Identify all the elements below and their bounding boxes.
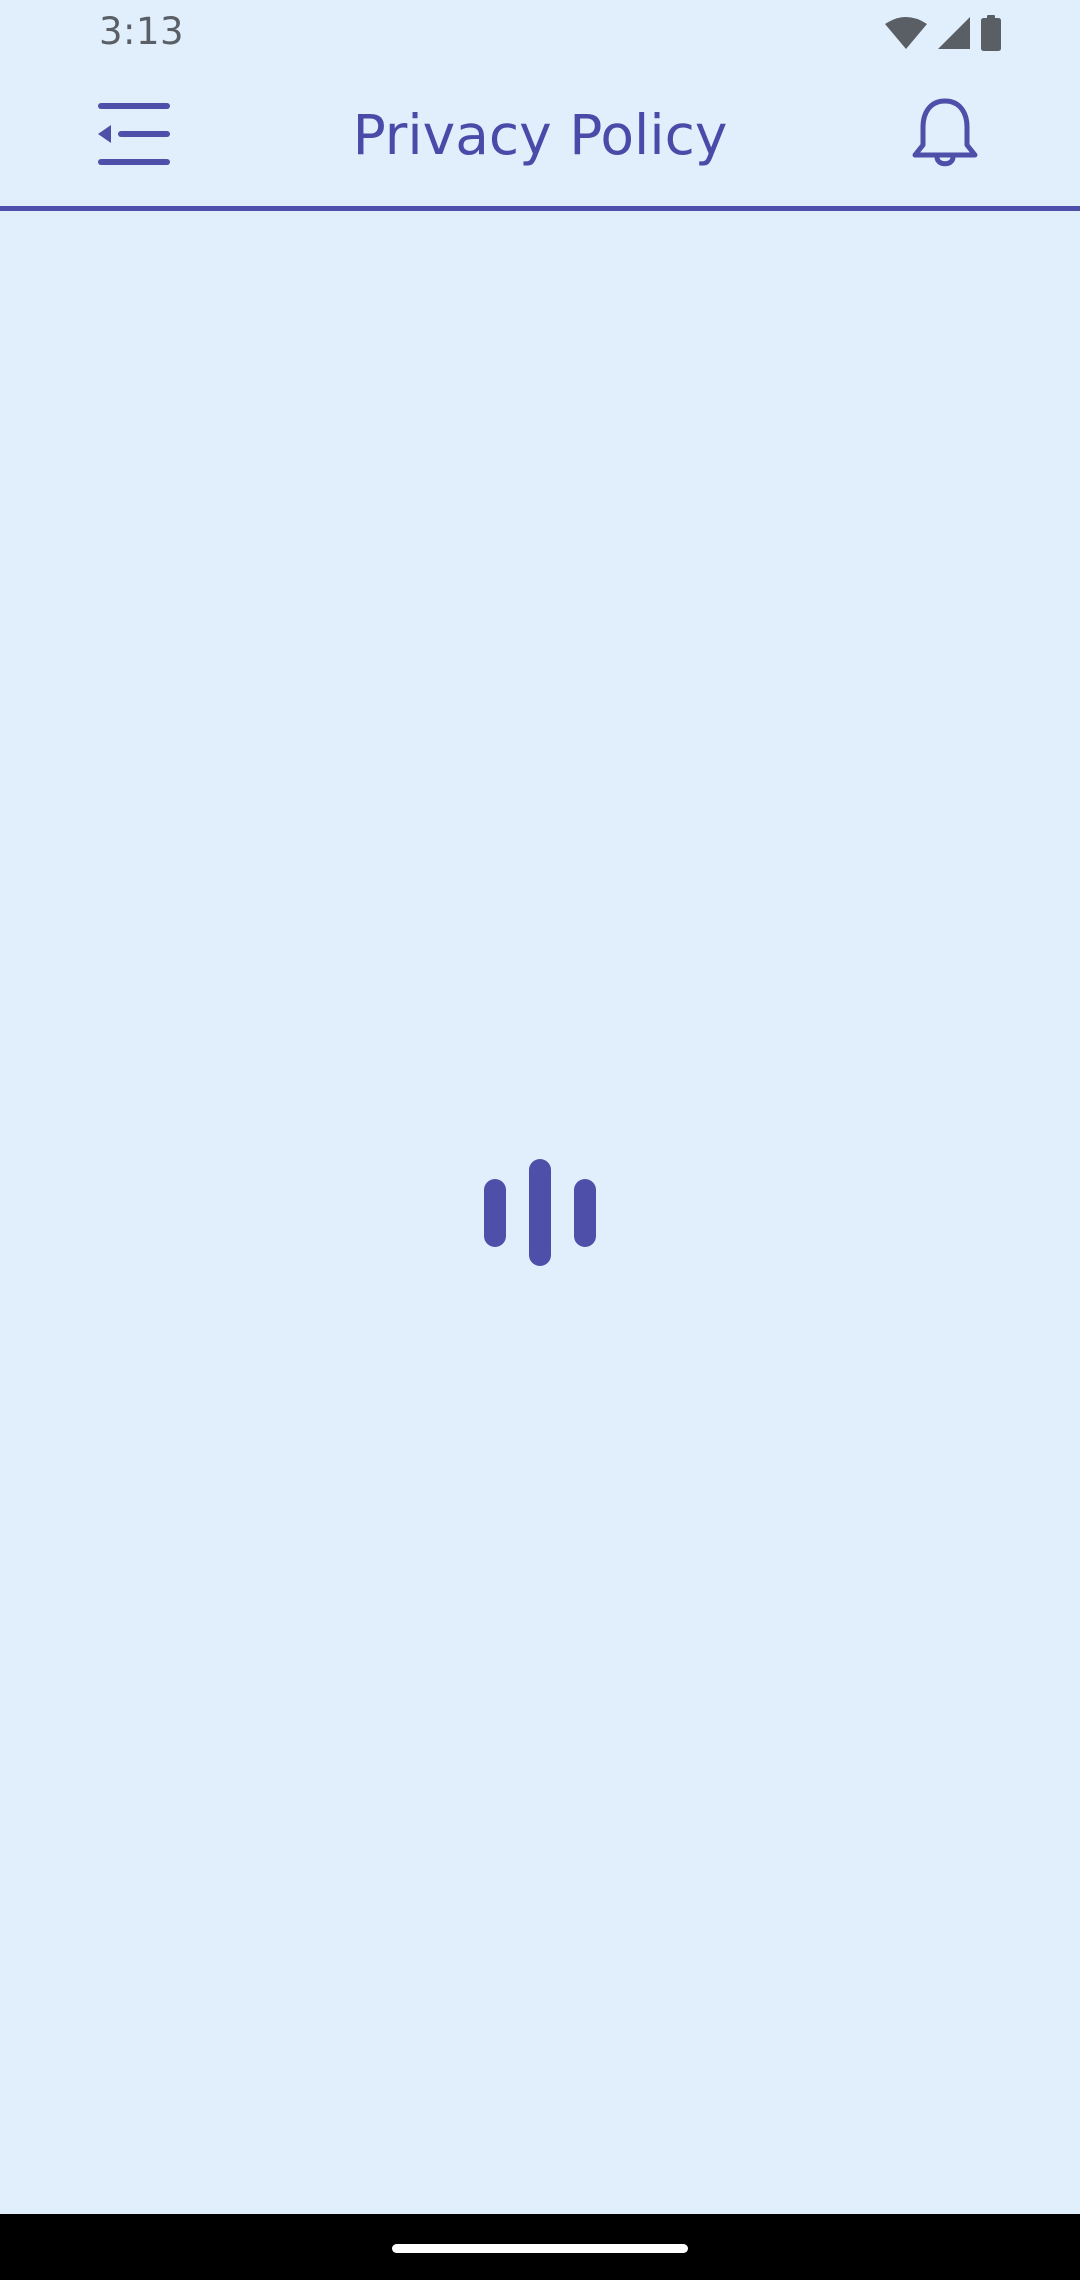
loading-bars-icon [484,1159,596,1267]
app-bar: Privacy Policy [0,66,1080,206]
notification-button[interactable] [900,92,990,182]
app-bar-divider [0,206,1080,211]
signal-icon [936,16,972,50]
home-gesture-handle[interactable] [392,2244,688,2253]
loader-bar-left [484,1179,506,1247]
status-bar: 3:13 [0,0,1080,66]
navigation-bar [0,2214,1080,2280]
loader-bar-right [574,1179,596,1247]
status-icons [884,14,1002,52]
bell-icon [910,97,980,178]
wifi-icon [884,16,928,50]
status-time: 3:13 [99,10,185,53]
battery-icon [980,15,1002,51]
app-screen: 3:13 Privacy Policy [0,0,1080,2280]
loader-bar-center [529,1159,551,1266]
